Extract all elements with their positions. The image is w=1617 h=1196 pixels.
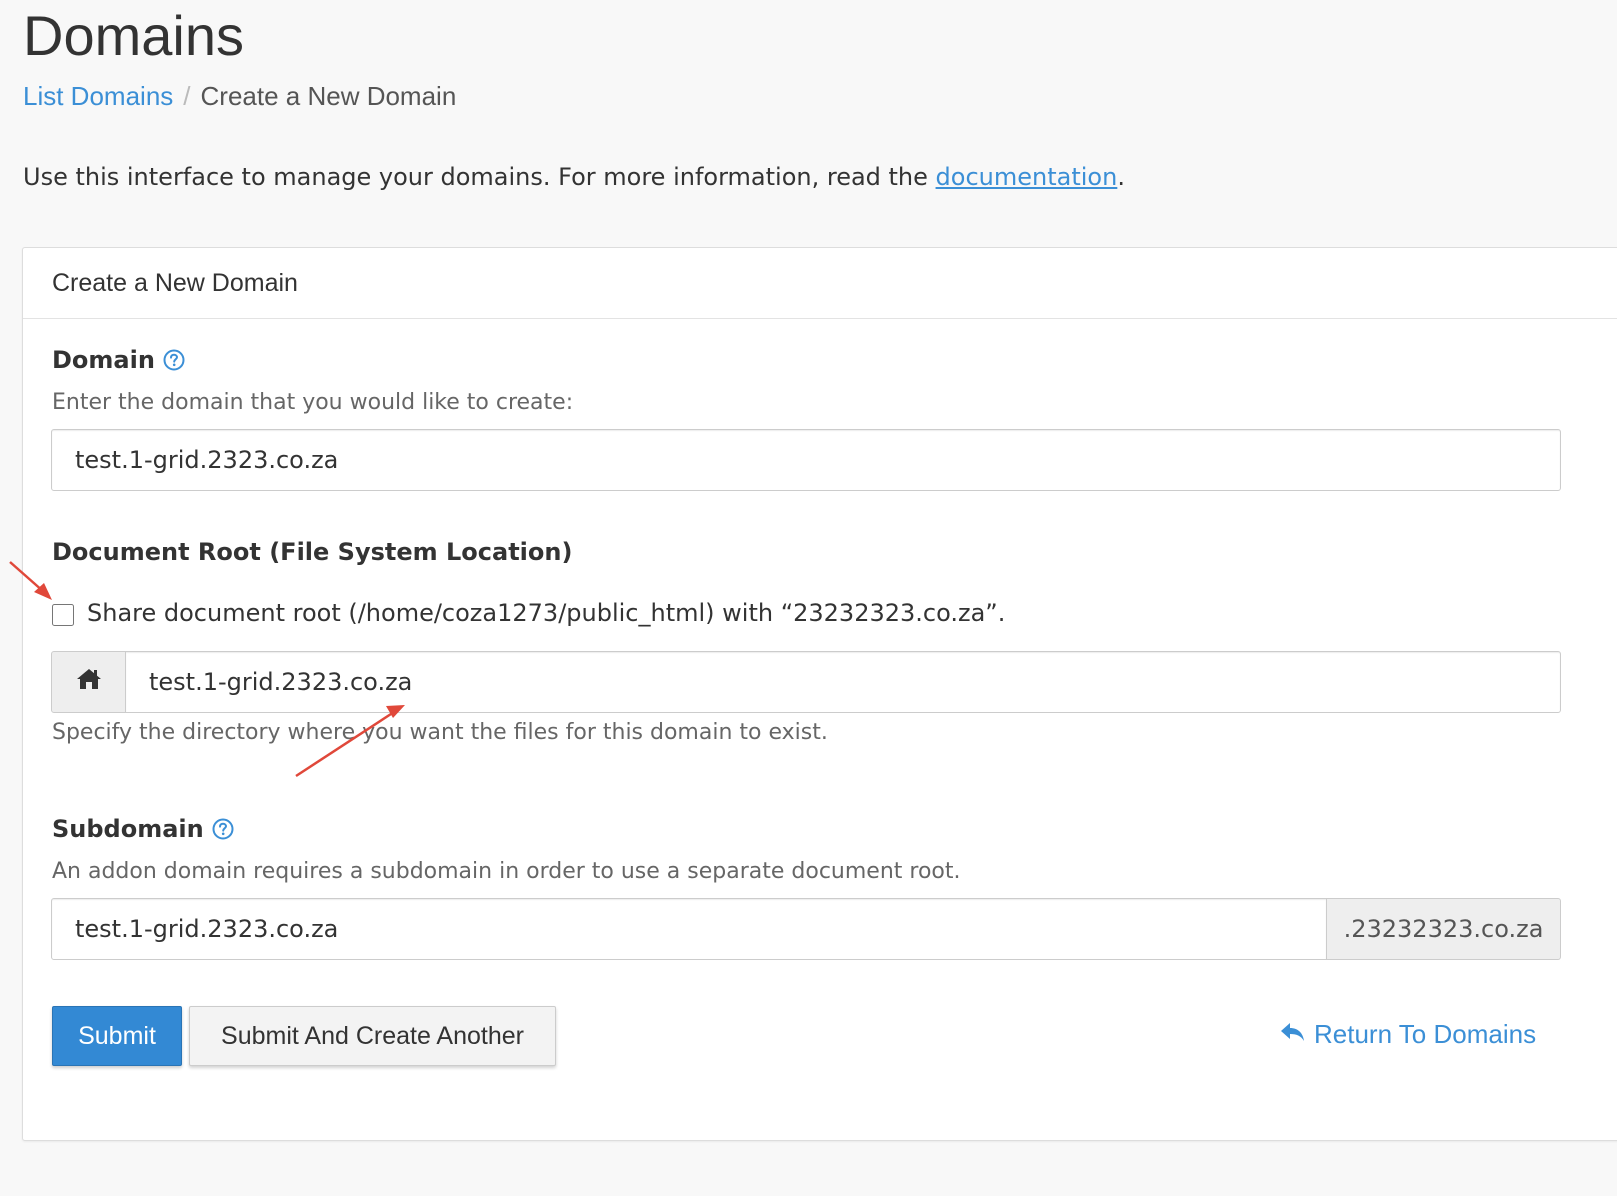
domain-label: Domain [52,346,155,374]
return-to-domains-link[interactable]: Return To Domains [1280,1019,1536,1050]
submit-button[interactable]: Submit [52,1006,182,1066]
document-root-label: Document Root (File System Location) [52,538,573,566]
breadcrumb: List Domains / Create a New Domain [23,79,456,113]
intro-text: Use this interface to manage your domain… [23,160,1125,194]
page-title: Domains [23,4,244,67]
panel-heading: Create a New Domain [23,248,1617,319]
subdomain-label: Subdomain [52,815,204,843]
subdomain-label-group: Subdomain [52,815,234,843]
document-root-label-group: Document Root (File System Location) [52,538,572,566]
question-circle-icon[interactable] [163,349,185,371]
breadcrumb-current: Create a New Domain [200,81,457,111]
documentation-link[interactable]: documentation [936,163,1118,191]
subdomain-help-text: An addon domain requires a subdomain in … [52,859,961,884]
subdomain-suffix: .23232323.co.za [1326,898,1561,960]
create-domain-panel: Create a New Domain Domain Enter the dom… [22,247,1617,1141]
intro-sentence: Use this interface to manage your domain… [23,163,936,191]
breadcrumb-separator: / [183,81,191,111]
submit-and-create-another-button[interactable]: Submit And Create Another [189,1006,556,1066]
breadcrumb-link-list-domains[interactable]: List Domains [23,79,173,113]
domain-help-text: Enter the domain that you would like to … [52,390,574,415]
home-icon [75,667,103,697]
document-root-help-text: Specify the directory where you want the… [52,720,828,745]
return-to-domains-label: Return To Domains [1314,1019,1537,1049]
question-circle-icon[interactable] [212,818,234,840]
share-document-root-checkbox[interactable] [52,604,74,626]
reply-arrow-icon [1280,1019,1314,1050]
domain-label-group: Domain [52,346,185,374]
document-root-input[interactable] [125,651,1561,713]
share-document-root-label[interactable]: Share document root (/home/coza1273/publ… [87,596,1005,630]
domain-input[interactable] [51,429,1561,491]
intro-suffix: . [1117,163,1125,191]
subdomain-input[interactable] [51,898,1327,960]
document-root-addon [51,651,126,713]
